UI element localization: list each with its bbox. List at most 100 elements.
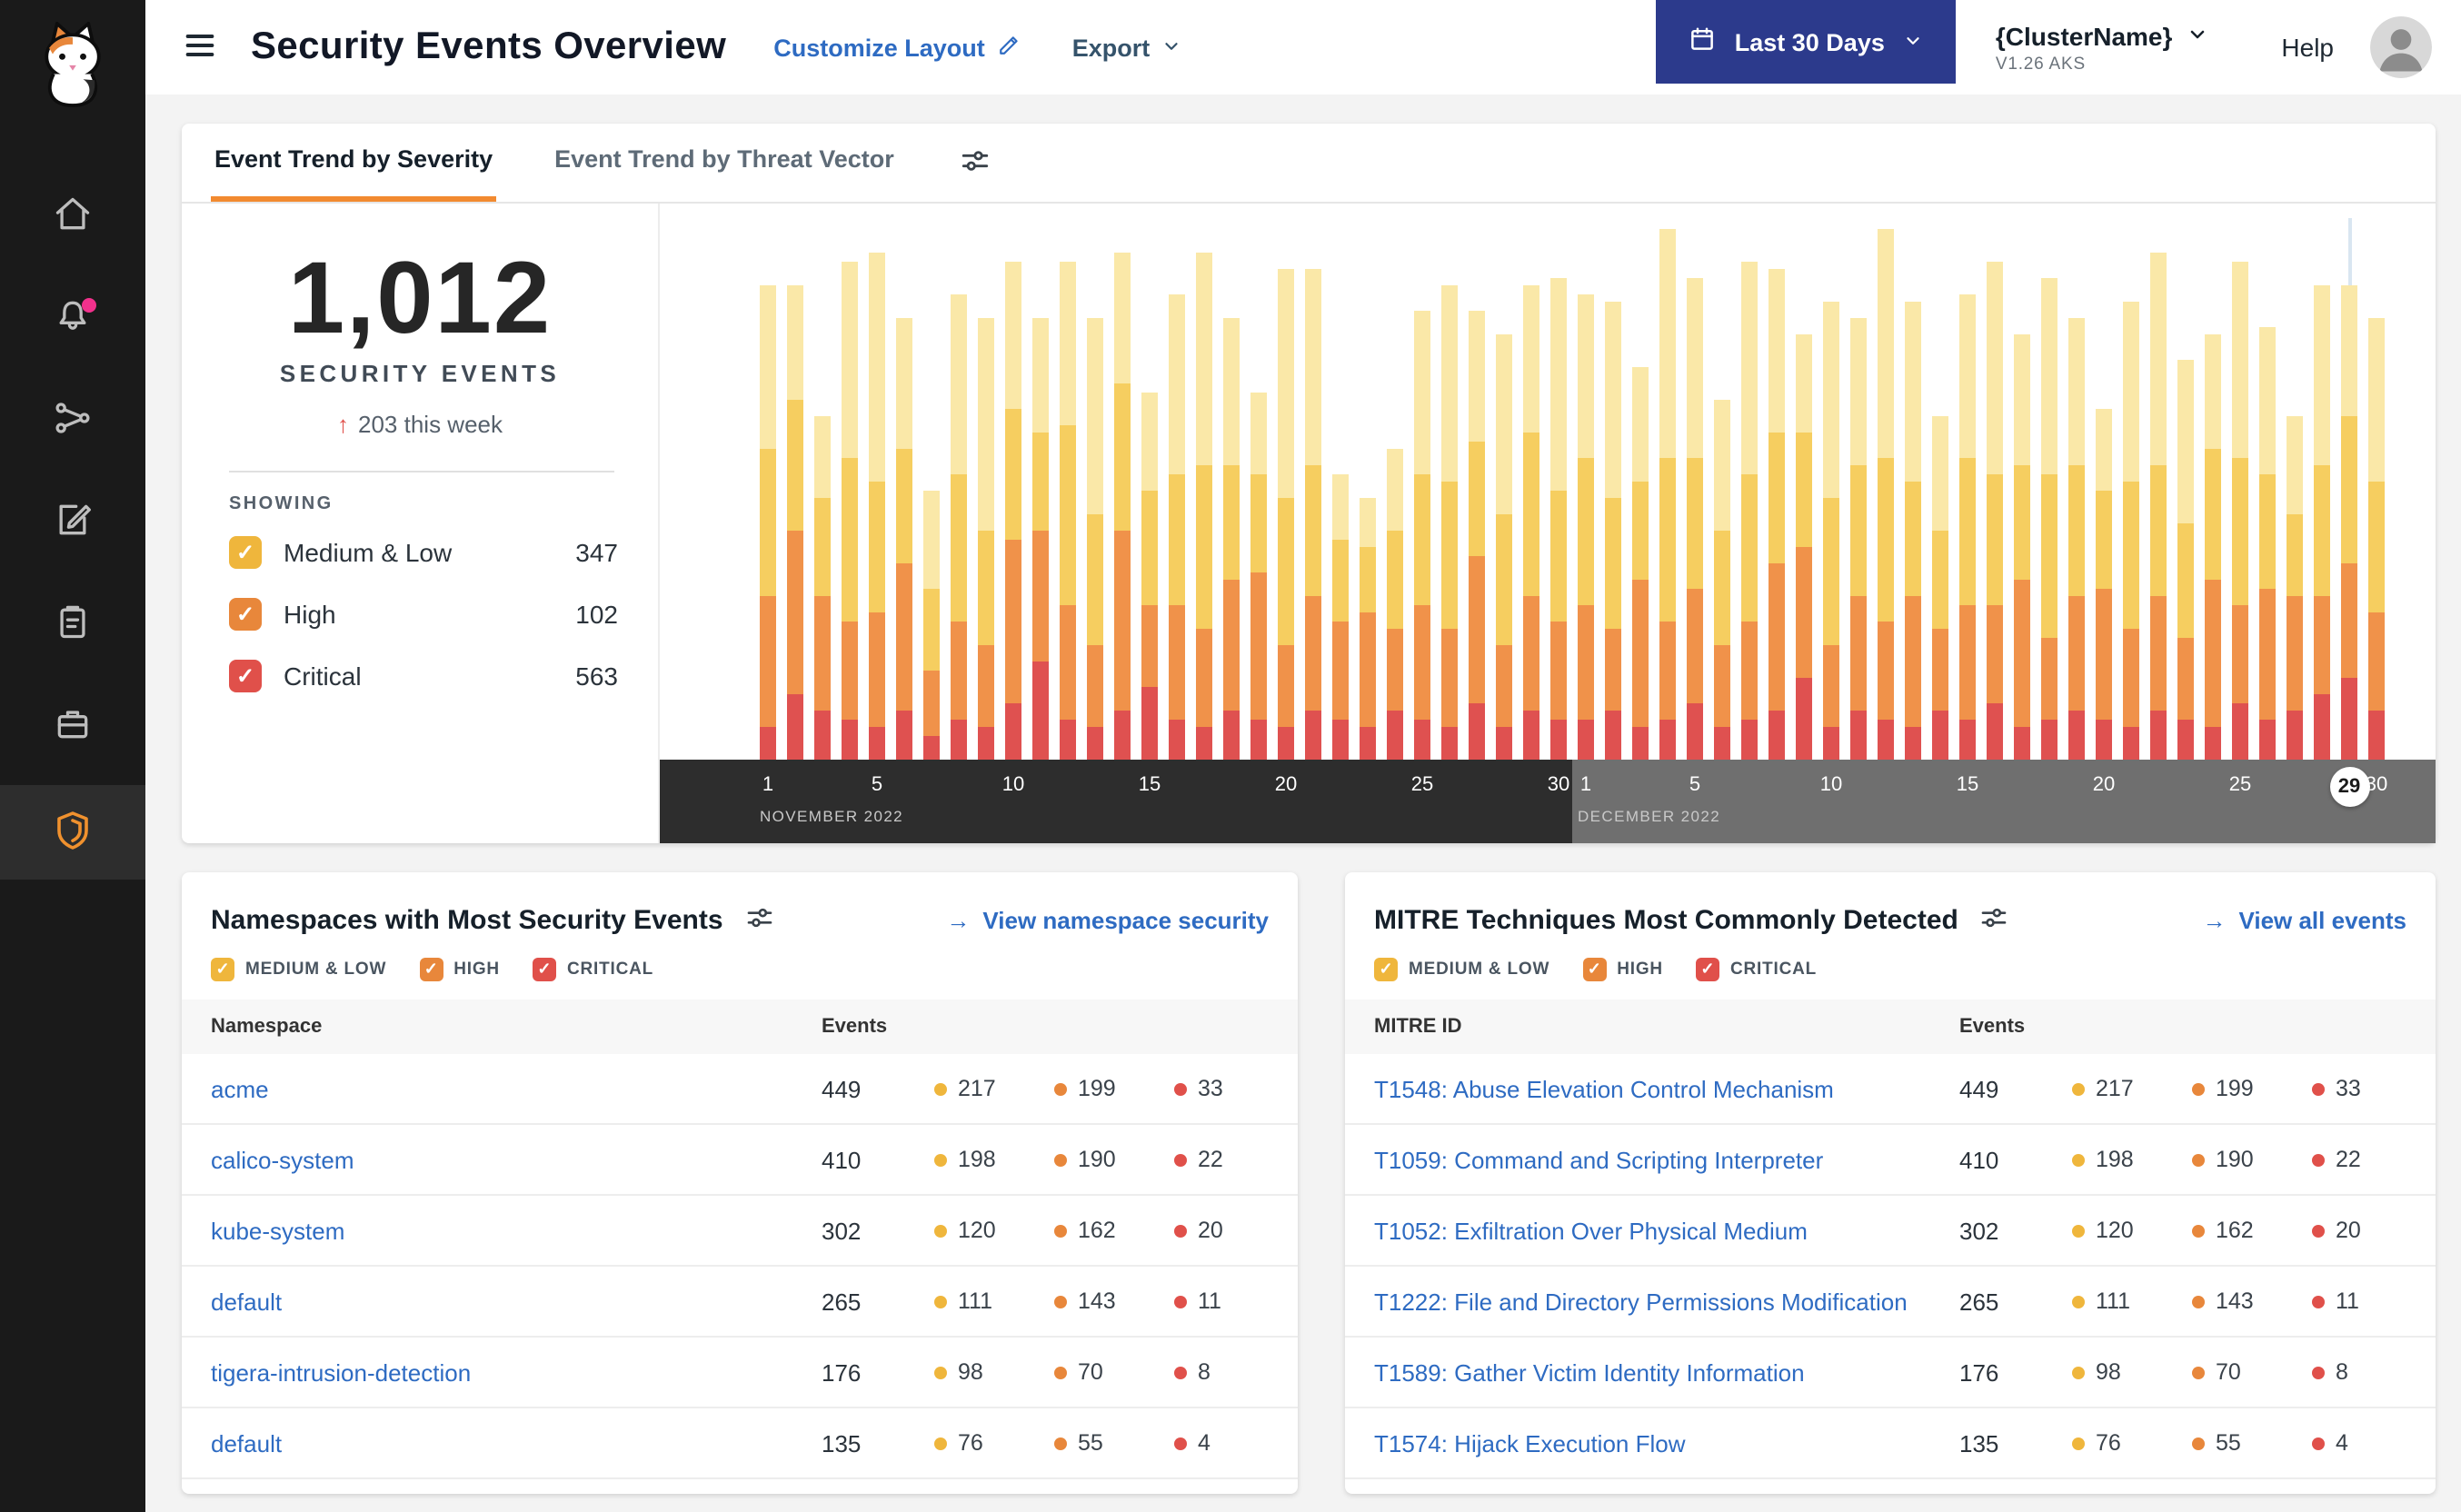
- namespace-link[interactable]: kube-system: [211, 1217, 822, 1244]
- legend-row: ✓ Critical 563: [182, 645, 658, 707]
- chart-bar: [1632, 367, 1649, 760]
- axis-month-label: NOVEMBER 2022: [760, 807, 904, 825]
- events-total: 265: [822, 1288, 862, 1315]
- severity-filter-high[interactable]: ✓ HIGH: [419, 958, 500, 981]
- severity-dot-icon: [1174, 1153, 1187, 1166]
- severity-filter-medium-low[interactable]: ✓ MEDIUM & LOW: [211, 958, 386, 981]
- severity-dot-icon: [2312, 1295, 2325, 1308]
- chart-bar: [1414, 310, 1430, 760]
- severity-filter-medium-low[interactable]: ✓ MEDIUM & LOW: [1374, 958, 1549, 981]
- table-row: T1222: File and Directory Permissions Mo…: [1345, 1267, 2436, 1338]
- bottom-row: Namespaces with Most Security Events → Vi…: [182, 872, 2436, 1494]
- customize-layout-link[interactable]: Customize Layout: [773, 33, 1021, 62]
- severity-dot-icon: [2072, 1366, 2085, 1378]
- axis-tick: 10: [1001, 774, 1025, 796]
- mitre-filter-button[interactable]: [1977, 900, 2013, 941]
- chart-bar: [1850, 318, 1867, 760]
- menu-button[interactable]: [174, 19, 225, 75]
- checkbox-checked-icon[interactable]: ✓: [229, 536, 262, 569]
- severity-filter-critical[interactable]: ✓ CRITICAL: [532, 958, 653, 981]
- chart-bar: [2314, 285, 2330, 760]
- severity-count-value: 111: [2096, 1288, 2131, 1314]
- severity-count: 162: [1054, 1218, 1174, 1243]
- trend-body: 1,012 SECURITY EVENTS ↑ 203 this week SHO…: [182, 204, 2436, 843]
- severity-count: 111: [2072, 1288, 2192, 1314]
- sidebar-item-reports[interactable]: [0, 480, 145, 563]
- sliders-icon: [960, 145, 991, 182]
- mitre-technique-link[interactable]: T1052: Exfiltration Over Physical Medium: [1374, 1217, 1959, 1244]
- namespaces-filter-button[interactable]: [742, 900, 778, 941]
- namespace-link[interactable]: calico-system: [211, 1146, 822, 1173]
- selected-day-badge[interactable]: 29: [2329, 767, 2369, 807]
- checkbox-checked-icon: ✓: [1695, 958, 1719, 981]
- tab-event-trend-by-severity[interactable]: Event Trend by Severity: [211, 145, 497, 202]
- sidebar-item-workloads[interactable]: [0, 683, 145, 767]
- calico-cat-logo[interactable]: [31, 18, 115, 118]
- export-button[interactable]: Export: [1072, 34, 1181, 61]
- severity-count-value: 8: [2336, 1359, 2348, 1385]
- view-all-events-link[interactable]: → View all events: [2202, 907, 2406, 934]
- severity-filter-label: HIGH: [453, 960, 500, 980]
- cluster-selector[interactable]: {ClusterName} V1.26 AKS: [1996, 21, 2209, 74]
- mitre-technique-link[interactable]: T1059: Command and Scripting Interpreter: [1374, 1146, 1959, 1173]
- chart-bar: [1769, 269, 1785, 760]
- severity-dot-icon: [1054, 1295, 1067, 1308]
- severity-count: 143: [1054, 1288, 1174, 1314]
- chart-bar: [1523, 285, 1539, 760]
- legend-count: 563: [575, 662, 618, 691]
- checkbox-checked-icon: ✓: [532, 958, 556, 981]
- sidebar-item-compliance[interactable]: [0, 582, 145, 665]
- pencil-icon: [998, 33, 1021, 62]
- mitre-technique-link[interactable]: T1589: Gather Victim Identity Informatio…: [1374, 1358, 1959, 1386]
- checkbox-checked-icon[interactable]: ✓: [229, 598, 262, 631]
- namespace-link[interactable]: default: [211, 1429, 822, 1457]
- chart-bar: [1114, 253, 1131, 760]
- axis-month-label: DECEMBER 2022: [1578, 807, 1721, 825]
- sidebar-item-home[interactable]: [0, 174, 145, 258]
- date-range-label: Last 30 Days: [1734, 28, 1885, 55]
- cluster-version: V1.26 AKS: [1995, 54, 2086, 74]
- mitre-technique-link[interactable]: T1574: Hijack Execution Flow: [1374, 1429, 1959, 1457]
- avatar[interactable]: [2370, 16, 2432, 78]
- sidebar-item-service-graph[interactable]: [0, 378, 145, 462]
- events-total: 265: [1959, 1288, 1999, 1315]
- view-all-events-label: View all events: [2238, 907, 2406, 934]
- chart-bar: [1332, 473, 1349, 760]
- report-pencil-icon: [53, 499, 93, 544]
- col-mitre-id: MITRE ID: [1374, 1016, 1462, 1038]
- mitre-technique-link[interactable]: T1548: Abuse Elevation Control Mechanism: [1374, 1075, 1959, 1102]
- date-range-button[interactable]: Last 30 Days: [1656, 0, 1956, 84]
- severity-filter-high[interactable]: ✓ HIGH: [1582, 958, 1663, 981]
- chart-bar: [1932, 416, 1948, 760]
- chart-bar: [787, 285, 803, 760]
- namespace-link[interactable]: tigera-intrusion-detection: [211, 1358, 822, 1386]
- checkbox-checked-icon[interactable]: ✓: [229, 660, 262, 692]
- severity-count: 20: [1174, 1218, 1269, 1243]
- col-namespace: Namespace: [211, 1016, 323, 1038]
- view-namespace-security-link[interactable]: → View namespace security: [946, 907, 1269, 934]
- checkbox-checked-icon: ✓: [1374, 958, 1398, 981]
- severity-count: 70: [2192, 1359, 2312, 1385]
- chart-bar: [2096, 408, 2112, 760]
- severity-count-value: 55: [1078, 1430, 1103, 1456]
- tab-event-trend-by-threat-vector[interactable]: Event Trend by Threat Vector: [551, 145, 898, 202]
- namespaces-table-body: acme 449 217 199 33 calico-system 410 198 190 22 k…: [182, 1054, 1298, 1479]
- checkbox-checked-icon: ✓: [1582, 958, 1607, 981]
- table-row: T1052: Exfiltration Over Physical Medium…: [1345, 1196, 2436, 1267]
- trend-tabs: Event Trend by Severity Event Trend by T…: [182, 124, 2436, 204]
- severity-dot-icon: [2312, 1437, 2325, 1449]
- axis-month-segment-november: [660, 760, 1572, 843]
- help-link[interactable]: Help: [2281, 33, 2334, 62]
- severity-dot-icon: [2192, 1082, 2205, 1095]
- sidebar-item-security-events[interactable]: [0, 785, 145, 880]
- namespace-link[interactable]: default: [211, 1288, 822, 1315]
- mitre-technique-link[interactable]: T1222: File and Directory Permissions Mo…: [1374, 1288, 1959, 1315]
- chart-filter-button[interactable]: [956, 142, 994, 185]
- chevron-down-icon: [2187, 21, 2208, 50]
- severity-filter-critical[interactable]: ✓ CRITICAL: [1695, 958, 1817, 981]
- sidebar-item-notifications[interactable]: [0, 276, 145, 360]
- events-total: 449: [822, 1075, 862, 1102]
- severity-count: 4: [1174, 1430, 1269, 1456]
- severity-count: 76: [2072, 1430, 2192, 1456]
- namespace-link[interactable]: acme: [211, 1075, 822, 1102]
